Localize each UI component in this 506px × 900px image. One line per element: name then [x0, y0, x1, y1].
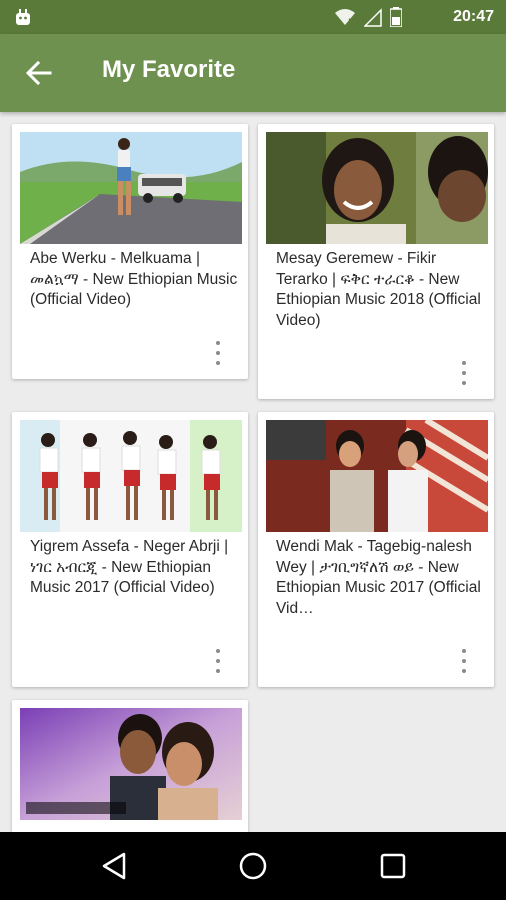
android-icon: [16, 9, 30, 25]
video-thumbnail: [266, 420, 488, 532]
signal-icon: [364, 8, 382, 27]
recents-square-icon[interactable]: [377, 850, 409, 882]
video-card[interactable]: Wendi Mak - Tagebig-nalesh Wey | ታገቢግኛለሽ…: [258, 412, 494, 687]
status-time: 20:47: [453, 8, 494, 25]
status-bar: ! 20:47: [0, 0, 506, 34]
navigation-bar: [0, 832, 506, 900]
more-options-icon[interactable]: [460, 361, 468, 385]
video-title: Abe Werku - Melkuama | መልኳማ - New Ethiop…: [30, 250, 238, 308]
video-thumbnail: [20, 132, 242, 244]
video-thumbnail: [20, 420, 242, 532]
app-bar: My Favorite: [0, 34, 506, 112]
video-card[interactable]: Mesay Geremew - Fikir Terarko | ፍቅር ተራርቆ…: [258, 124, 494, 399]
video-card[interactable]: [12, 700, 248, 832]
video-thumbnail: [20, 708, 242, 820]
wifi-icon: !: [335, 9, 355, 27]
arrow-back-icon[interactable]: [24, 58, 54, 88]
back-triangle-icon[interactable]: [98, 850, 130, 882]
favorites-grid: Abe Werku - Melkuama | መልኳማ - New Ethiop…: [0, 112, 506, 832]
battery-icon: [390, 7, 402, 27]
page-title: My Favorite: [102, 56, 236, 83]
more-options-icon[interactable]: [214, 649, 222, 673]
home-circle-icon[interactable]: [237, 850, 269, 882]
video-card[interactable]: Abe Werku - Melkuama | መልኳማ - New Ethiop…: [12, 124, 248, 379]
svg-text:!: !: [348, 17, 351, 27]
video-title: Mesay Geremew - Fikir Terarko | ፍቅር ተራርቆ…: [276, 250, 481, 329]
more-options-icon[interactable]: [214, 341, 222, 365]
video-thumbnail: [266, 132, 488, 244]
video-card[interactable]: Yigrem Assefa - Neger Abrji | ነገር አብርጂ -…: [12, 412, 248, 687]
video-title: Yigrem Assefa - Neger Abrji | ነገር አብርጂ -…: [30, 538, 229, 596]
video-title: Wendi Mak - Tagebig-nalesh Wey | ታገቢግኛለሽ…: [276, 538, 481, 617]
more-options-icon[interactable]: [460, 649, 468, 673]
